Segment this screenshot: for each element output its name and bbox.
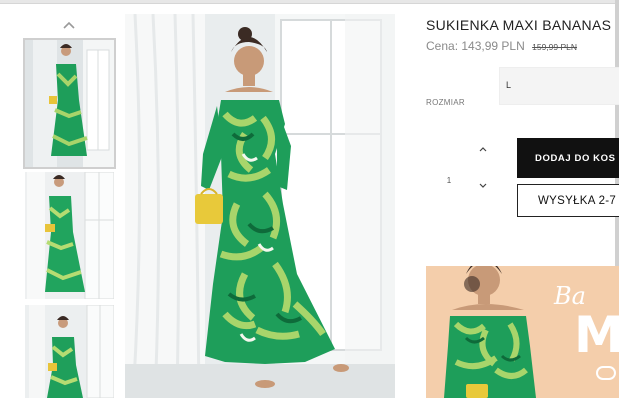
banner-decoration	[596, 366, 616, 380]
promo-banner[interactable]: Ba M	[426, 266, 619, 398]
thumbnail-photo	[25, 172, 114, 299]
current-price: 143,99 PLN	[461, 39, 525, 53]
thumbnail-3[interactable]	[25, 305, 114, 398]
price-row: Cena: 143,99 PLN 159,99 PLN	[426, 39, 577, 53]
old-price: 159,99 PLN	[532, 42, 578, 52]
top-divider	[0, 0, 619, 4]
quantity-increase-button[interactable]	[476, 143, 490, 155]
size-label: ROZMIAR	[426, 98, 465, 107]
chevron-up-icon	[479, 147, 487, 152]
thumbnail-1[interactable]	[23, 38, 116, 169]
add-to-cart-button[interactable]: DODAJ DO KOS	[517, 138, 619, 178]
chevron-up-icon	[63, 21, 75, 29]
quantity-decrease-button[interactable]	[476, 180, 490, 192]
size-selected-value: L	[506, 80, 512, 90]
shipping-info-button[interactable]: WYSYŁKA 2-7	[517, 184, 619, 217]
product-title: SUKIENKA MAXI BANANAS	[426, 17, 612, 33]
thumbnail-2[interactable]	[25, 172, 114, 299]
product-photo	[125, 14, 395, 398]
thumbnail-photo	[25, 305, 114, 398]
product-page: SUKIENKA MAXI BANANAS Cena: 143,99 PLN 1…	[0, 0, 619, 398]
size-select[interactable]: L	[499, 67, 619, 105]
thumbnails-prev-button[interactable]	[60, 18, 78, 32]
thumbnail-photo	[25, 40, 114, 167]
quantity-value[interactable]: 1	[446, 176, 452, 185]
main-product-image[interactable]	[125, 14, 395, 398]
chevron-down-icon	[479, 183, 487, 188]
banner-headline: M	[574, 306, 619, 364]
price-label: Cena:	[426, 39, 459, 53]
